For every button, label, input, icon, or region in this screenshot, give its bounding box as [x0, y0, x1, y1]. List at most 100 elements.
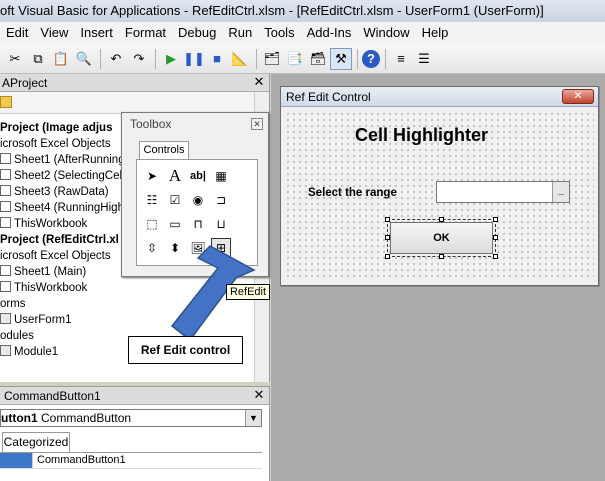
find-icon[interactable]: 🔍 — [73, 48, 95, 70]
module-icon — [0, 345, 11, 356]
close-icon[interactable]: ✕ — [252, 75, 266, 89]
option-button-tool-icon[interactable]: ◉ — [188, 190, 208, 210]
menu-window[interactable]: Window — [357, 22, 415, 44]
userform-title-bar: Ref Edit Control ✕ — [281, 87, 598, 107]
project-pane-title: AProject ✕ — [0, 74, 269, 92]
menu-run[interactable]: Run — [222, 22, 258, 44]
tab-categorized[interactable]: Categorized — [2, 432, 70, 452]
properties-pane: CommandButton1 ✕ utton1 CommandButton ▼ … — [0, 386, 270, 481]
menu-insert[interactable]: Insert — [74, 22, 119, 44]
refedit-collapse-button[interactable]: _ — [552, 182, 569, 202]
tabstrip-tool-icon[interactable]: ⊓ — [188, 214, 208, 234]
userform-design-surface[interactable]: Cell Highlighter Select the range _ OK — [285, 111, 594, 281]
sheet-icon — [0, 201, 11, 212]
command-button-tool-icon[interactable]: ▭ — [165, 214, 185, 234]
help-icon[interactable]: ? — [362, 49, 380, 68]
menu-help[interactable]: Help — [416, 22, 455, 44]
resize-handle[interactable] — [439, 254, 444, 259]
toolbar-separator — [385, 48, 386, 69]
tab-controls[interactable]: Controls — [139, 141, 189, 159]
toggle-folders-icon[interactable] — [0, 96, 12, 108]
property-key — [0, 453, 32, 468]
toolbar-separator — [256, 48, 257, 69]
toggle-button-tool-icon[interactable]: ⊐ — [211, 190, 231, 210]
checkbox-tool-icon[interactable]: ☑ — [165, 190, 185, 210]
object-combo-type: CommandButton — [41, 411, 132, 425]
sheet-icon — [0, 265, 11, 276]
object-combo-name: utton1 — [1, 411, 38, 425]
menu-view[interactable]: View — [34, 22, 74, 44]
resize-handle[interactable] — [385, 217, 390, 222]
menu-edit[interactable]: Edit — [0, 22, 34, 44]
reset-icon[interactable]: ■ — [206, 48, 228, 70]
close-icon[interactable]: ✕ — [251, 118, 263, 130]
listbox-tool-icon[interactable]: ☷ — [142, 190, 162, 210]
textbox-tool-icon[interactable]: ab| — [188, 166, 208, 186]
userform-title: Ref Edit Control — [286, 90, 371, 104]
object-browser-icon[interactable]: 🗃 — [307, 48, 329, 70]
run-icon[interactable]: ▶ — [160, 48, 182, 70]
menu-bar: Edit View Insert Format Debug Run Tools … — [0, 22, 605, 44]
menu-debug[interactable]: Debug — [172, 22, 222, 44]
select-objects-icon[interactable]: ➤ — [142, 166, 162, 186]
tree-item-label: Sheet4 (RunningHighli — [14, 202, 130, 214]
property-row[interactable]: CommandButton1 — [0, 453, 262, 469]
design-mode-icon[interactable]: 📐 — [229, 48, 251, 70]
object-combo[interactable]: utton1 CommandButton ▼ — [0, 409, 262, 427]
resize-handle[interactable] — [439, 217, 444, 222]
properties-window-icon[interactable]: 📑 — [284, 48, 306, 70]
menu-add-ins[interactable]: Add-Ins — [301, 22, 358, 44]
tree-item-label: ThisWorkbook — [14, 282, 88, 294]
project-explorer-icon[interactable]: 🗂 — [261, 48, 283, 70]
tree-item-label: Sheet2 (SelectingCells — [14, 170, 131, 182]
frame-tool-icon[interactable]: ⬚ — [142, 214, 162, 234]
sheet-icon — [0, 169, 11, 180]
redo-icon[interactable]: ↷ — [128, 48, 150, 70]
combobox-tool-icon[interactable]: ▦ — [211, 166, 231, 186]
toolbar-separator — [357, 48, 358, 69]
properties-pane-title: CommandButton1 ✕ — [0, 387, 269, 405]
select-range-label[interactable]: Select the range — [308, 187, 397, 199]
tree-item-label: icrosoft Excel Objects — [0, 138, 111, 150]
menu-tools[interactable]: Tools — [258, 22, 300, 44]
menu-format[interactable]: Format — [119, 22, 172, 44]
toolbox-title-bar: Toolbox ✕ — [122, 113, 268, 135]
copy-icon[interactable]: ⧉ — [27, 48, 49, 70]
chevron-down-icon[interactable]: ▼ — [245, 410, 261, 426]
resize-handle[interactable] — [385, 235, 390, 240]
outdent-icon[interactable]: ☰ — [413, 48, 435, 70]
resize-handle[interactable] — [493, 217, 498, 222]
tree-item-label: Sheet1 (AfterRunning — [14, 154, 125, 166]
tree-item-label: icrosoft Excel Objects — [0, 250, 111, 262]
userform-window: Ref Edit Control ✕ Cell Highlighter Sele… — [280, 86, 599, 286]
refedit-tooltip: RefEdit — [226, 284, 270, 300]
toolbar-separator — [155, 48, 156, 69]
cut-icon[interactable]: ✂ — [4, 48, 26, 70]
tree-item-label: Module1 — [14, 346, 59, 358]
tree-item-label: UserForm1 — [14, 314, 72, 326]
refedit-control[interactable]: _ — [436, 181, 570, 203]
project-pane-toolbar — [0, 92, 269, 114]
window-title-bar: oft Visual Basic for Applications - RefE… — [0, 0, 605, 22]
resize-handle[interactable] — [385, 254, 390, 259]
indent-icon[interactable]: ≡ — [390, 48, 412, 70]
undo-icon[interactable]: ↶ — [105, 48, 127, 70]
form-heading-label[interactable]: Cell Highlighter — [355, 125, 488, 146]
multipage-tool-icon[interactable]: ⊔ — [211, 214, 231, 234]
resize-handle[interactable] — [493, 235, 498, 240]
toolbox-icon[interactable]: ⚒ — [330, 47, 352, 70]
paste-icon[interactable]: 📋 — [50, 48, 72, 70]
ok-button[interactable]: OK — [387, 219, 496, 257]
resize-handle[interactable] — [493, 254, 498, 259]
userform-icon — [0, 313, 11, 324]
tree-item-label: Sheet3 (RawData) — [14, 186, 109, 198]
standard-toolbar: ✂ ⧉ 📋 🔍 ↶ ↷ ▶ ❚❚ ■ 📐 🗂 📑 🗃 ⚒ ? ≡ ☰ — [0, 44, 605, 74]
close-icon[interactable]: ✕ — [252, 388, 266, 402]
toolbar-separator — [100, 48, 101, 69]
window-title: oft Visual Basic for Applications - RefE… — [0, 3, 544, 18]
close-icon[interactable]: ✕ — [562, 89, 594, 104]
workbook-icon — [0, 281, 11, 292]
break-icon[interactable]: ❚❚ — [183, 48, 205, 70]
label-tool-icon[interactable]: A — [165, 166, 185, 186]
tree-item-label: Project (Image adjus — [0, 122, 113, 134]
